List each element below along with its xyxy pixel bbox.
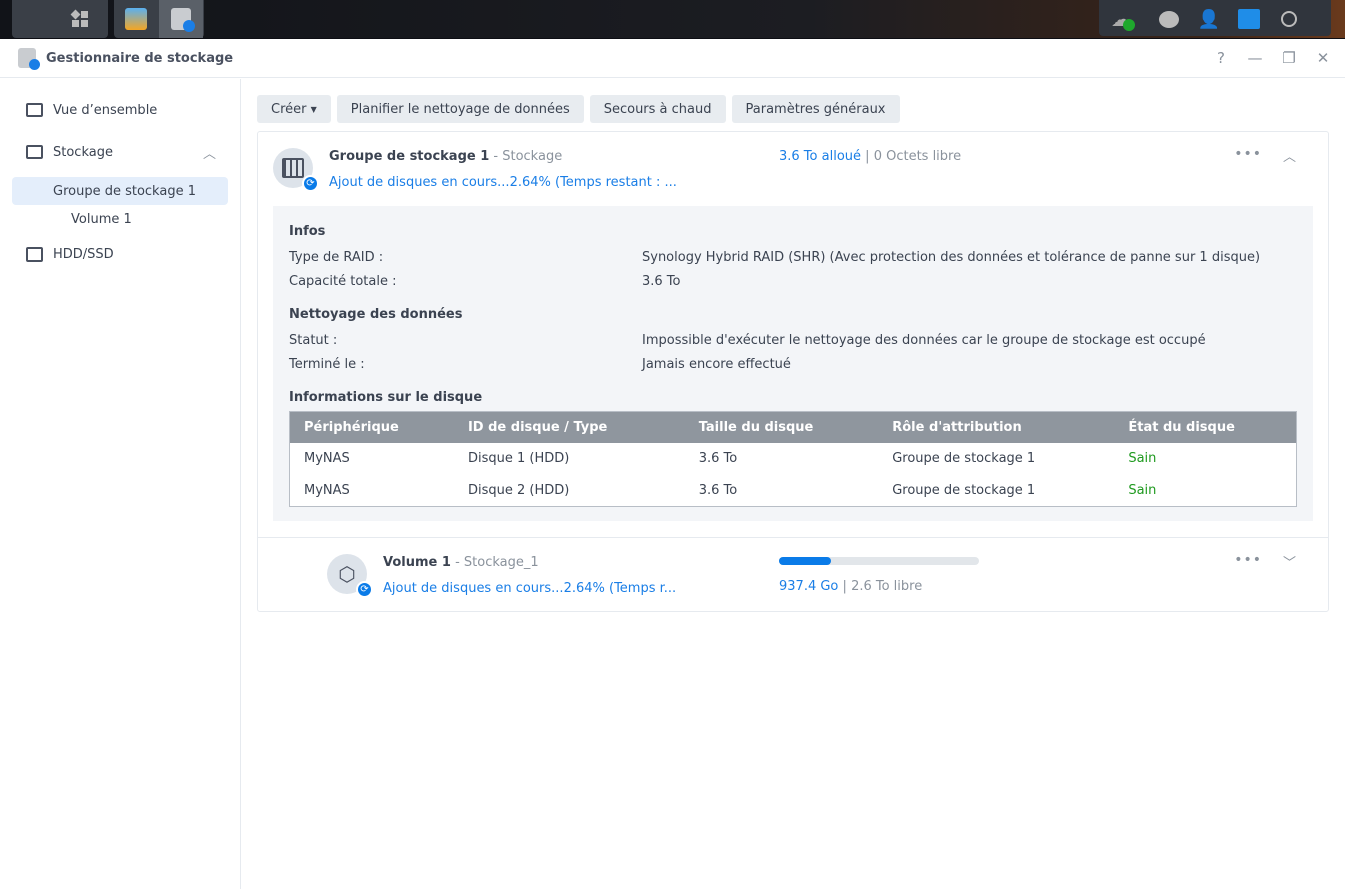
- more-options-icon[interactable]: •••: [1234, 146, 1262, 162]
- column-size: Taille du disque: [684, 411, 879, 443]
- messages-button[interactable]: [1147, 0, 1191, 38]
- storage-pool-icon: ⟳: [273, 148, 319, 192]
- main-menu-button[interactable]: [58, 0, 102, 38]
- sidebar-item-volume-1[interactable]: Volume 1: [12, 205, 228, 233]
- user-icon: 👤: [1197, 8, 1221, 30]
- sync-icon: ⟳: [356, 581, 373, 598]
- package-center-taskbar-button[interactable]: [114, 0, 158, 38]
- scrub-done-label: Terminé le :: [289, 356, 365, 372]
- sidebar-item-hdd-ssd[interactable]: HDD/SSD: [12, 237, 228, 271]
- toolbar: Créer ▼ Planifier le nettoyage de donnée…: [257, 95, 1329, 123]
- column-disk-id: ID de disque / Type: [453, 411, 685, 443]
- total-capacity-label: Capacité totale :: [289, 273, 397, 289]
- chevron-down-icon[interactable]: ﹀: [1283, 552, 1296, 571]
- volume-usage-bar: [779, 557, 979, 565]
- scrubbing-heading: Nettoyage des données: [289, 307, 463, 322]
- overview-icon: [26, 103, 43, 117]
- close-button[interactable]: ✕: [1315, 49, 1331, 67]
- taskbar: ☁ 👤: [0, 0, 1345, 38]
- disk-health: Sain: [1128, 482, 1157, 498]
- sidebar-item-label: HDD/SSD: [53, 246, 114, 262]
- storage-manager-taskbar-button[interactable]: [159, 0, 203, 38]
- volume-icon: ⬡ ⟳: [327, 554, 373, 598]
- table-row[interactable]: MyNAS Disque 2 (HDD) 3.6 To Groupe de stock…: [290, 475, 1297, 507]
- volume-free: 2.6 To libre: [851, 579, 923, 594]
- volume-name: Volume 1: [383, 555, 451, 570]
- restore-button[interactable]: ❐: [1281, 49, 1297, 67]
- column-status: État du disque: [1114, 411, 1297, 443]
- main-menu-group: [12, 0, 108, 38]
- minimize-button[interactable]: —: [1247, 49, 1263, 67]
- package-center-icon: [125, 8, 147, 30]
- disk-info-heading: Informations sur le disque: [289, 390, 483, 405]
- storage-pool-header[interactable]: ⟳ Groupe de stockage 1 - Stockage Ajout …: [258, 132, 1328, 206]
- volume-usage-fill: [779, 557, 831, 565]
- sidebar-item-label: Stockage: [53, 144, 113, 160]
- sidebar-item-label: Groupe de stockage 1: [53, 183, 196, 199]
- pool-name: Groupe de stockage 1: [329, 149, 490, 164]
- sync-icon: ⟳: [302, 175, 319, 192]
- caret-down-icon: ▼: [310, 104, 317, 114]
- chevron-up-icon[interactable]: ︿: [1283, 146, 1296, 165]
- disk-health: Sain: [1128, 451, 1157, 466]
- storage-pool-card: ⟳ Groupe de stockage 1 - Stockage Ajout …: [257, 131, 1329, 612]
- schedule-scrubbing-button[interactable]: Planifier le nettoyage de données: [336, 95, 584, 123]
- infos-heading: Infos: [289, 224, 326, 239]
- raid-type-value: Synology Hybrid RAID (SHR) (Avec protect…: [642, 249, 1261, 265]
- open-apps-group: [114, 0, 204, 38]
- widgets-icon: [1238, 9, 1260, 29]
- total-capacity-value: 3.6 To: [642, 273, 681, 289]
- scrub-status-value: Impossible d'exécuter le nettoyage des d…: [642, 332, 1206, 348]
- storage-icon: [26, 145, 43, 159]
- sidebar-item-overview[interactable]: Vue d’ensemble: [12, 93, 228, 127]
- sidebar-item-storage-pool-1[interactable]: Groupe de stockage 1: [12, 177, 228, 205]
- sidebar-item-label: Vue d’ensemble: [53, 102, 158, 118]
- global-settings-button[interactable]: Paramètres généraux: [731, 95, 900, 123]
- scrub-status-label: Statut :: [289, 332, 338, 348]
- storage-manager-icon: [18, 48, 40, 70]
- sidebar-item-storage[interactable]: Stockage ︿: [12, 135, 228, 169]
- title-bar: Gestionnaire de stockage ? — ❐ ✕: [0, 39, 1345, 78]
- help-button[interactable]: ?: [1213, 49, 1229, 67]
- chevron-up-icon: ︿: [202, 146, 216, 162]
- cloud-check-icon: ☁: [1111, 7, 1135, 31]
- sidebar: Vue d’ensemble Stockage ︿ Groupe de stock…: [0, 79, 241, 889]
- raid-type-label: Type de RAID :: [289, 249, 384, 265]
- main-content: Créer ▼ Planifier le nettoyage de donnée…: [241, 79, 1345, 889]
- column-role: Rôle d'attribution: [878, 411, 1115, 443]
- widgets-button[interactable]: [1227, 0, 1271, 38]
- volume-row[interactable]: ⬡ ⟳ Volume 1 - Stockage_1 Ajout de disqu…: [258, 537, 1328, 611]
- hot-spare-button[interactable]: Secours à chaud: [589, 95, 726, 123]
- pool-type: - Stockage: [493, 149, 563, 164]
- column-device: Périphérique: [289, 411, 454, 443]
- search-button[interactable]: [1267, 0, 1311, 38]
- pool-free: 0 Octets libre: [873, 149, 962, 164]
- pool-status: Ajout de disques en cours...2.64% (Temps…: [329, 175, 677, 190]
- more-options-icon[interactable]: •••: [1234, 552, 1262, 568]
- storage-manager-window: Gestionnaire de stockage ? — ❐ ✕ Vue d’e…: [0, 39, 1345, 889]
- cloud-sync-button[interactable]: ☁: [1099, 0, 1143, 38]
- system-tray: ☁ 👤: [1099, 0, 1331, 36]
- chat-icon: [1159, 10, 1179, 28]
- create-button[interactable]: Créer ▼: [257, 95, 331, 123]
- apps-grid-icon: [70, 9, 88, 27]
- pool-allocated: 3.6 To alloué: [779, 149, 862, 164]
- table-row[interactable]: MyNAS Disque 1 (HDD) 3.6 To Groupe de stock…: [290, 443, 1297, 475]
- window-title: Gestionnaire de stockage: [46, 50, 234, 66]
- sidebar-item-label: Volume 1: [71, 211, 132, 227]
- storage-manager-icon: [171, 8, 195, 32]
- scrub-done-value: Jamais encore effectué: [642, 356, 791, 372]
- search-icon: [1281, 11, 1297, 27]
- volume-used: 937.4 Go: [779, 579, 839, 594]
- volume-status: Ajout de disques en cours...2.64% (Temps…: [383, 581, 677, 596]
- user-button[interactable]: 👤: [1187, 0, 1231, 38]
- volume-type: - Stockage_1: [455, 555, 539, 570]
- disk-table: Périphérique ID de disque / Type Taille …: [289, 411, 1297, 507]
- storage-pool-details: Infos Type de RAID : Synology Hybrid RAID…: [273, 206, 1313, 521]
- hdd-icon: [26, 246, 43, 262]
